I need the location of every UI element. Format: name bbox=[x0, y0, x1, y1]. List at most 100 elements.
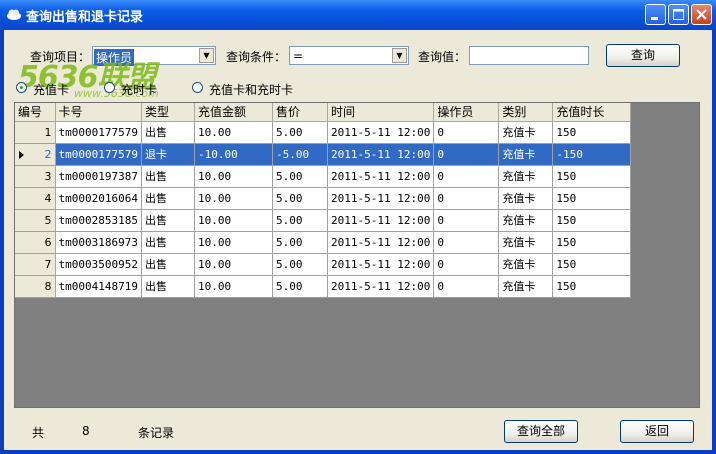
row-number-cell[interactable]: 8 bbox=[15, 275, 56, 298]
table-cell[interactable]: 5.00 bbox=[272, 187, 328, 210]
row-number-cell[interactable]: 5 bbox=[15, 209, 56, 232]
table-cell[interactable]: 出售 bbox=[141, 231, 195, 254]
table-cell[interactable]: 0 bbox=[433, 231, 500, 254]
table-cell[interactable]: 5.00 bbox=[272, 275, 328, 298]
table-cell[interactable]: 10.00 bbox=[194, 275, 273, 298]
table-cell[interactable]: tm0003186973 bbox=[55, 231, 142, 254]
column-header[interactable]: 时间 bbox=[327, 103, 435, 122]
table-cell[interactable]: 0 bbox=[433, 165, 500, 188]
table-cell[interactable]: 2011-5-11 12:00 bbox=[327, 143, 435, 166]
table-cell[interactable]: 10.00 bbox=[194, 165, 273, 188]
table-cell[interactable]: -150 bbox=[552, 143, 632, 166]
column-header[interactable]: 充值金额 bbox=[194, 103, 273, 122]
table-cell[interactable]: 150 bbox=[552, 231, 632, 254]
table-cell[interactable]: 0 bbox=[433, 143, 500, 166]
radio-dot[interactable] bbox=[16, 82, 27, 93]
table-cell[interactable]: 2011-5-11 12:00 bbox=[327, 209, 435, 232]
back-button[interactable]: 返回 bbox=[620, 420, 694, 443]
table-cell[interactable]: tm0003500952 bbox=[55, 253, 142, 276]
table-cell[interactable]: 2011-5-11 12:00 bbox=[327, 121, 435, 144]
table-cell[interactable]: tm0000177579 bbox=[55, 143, 142, 166]
table-cell[interactable]: 2011-5-11 12:00 bbox=[327, 231, 435, 254]
column-header[interactable]: 售价 bbox=[272, 103, 328, 122]
table-cell[interactable]: 出售 bbox=[141, 121, 195, 144]
table-cell[interactable]: 10.00 bbox=[194, 209, 273, 232]
table-cell[interactable]: 150 bbox=[552, 275, 632, 298]
table-cell[interactable]: 10.00 bbox=[194, 187, 273, 210]
table-row[interactable]: 1 tm0000177579 出售 10.00 5.00 2011-5-11 12:00 0… bbox=[15, 121, 632, 144]
table-cell[interactable]: tm0000177579 bbox=[55, 121, 142, 144]
row-number-cell[interactable]: 6 bbox=[15, 231, 56, 254]
table-cell[interactable]: tm0004148719 bbox=[55, 275, 142, 298]
table-cell[interactable]: 出售 bbox=[141, 187, 195, 210]
table-cell[interactable]: 充值卡 bbox=[498, 187, 554, 210]
table-cell[interactable]: 充值卡 bbox=[498, 253, 554, 276]
table-row[interactable]: 2 tm0000177579 退卡 -10.00 -5.00 2011-5-11 12:0… bbox=[15, 143, 632, 166]
table-cell[interactable]: tm0002016064 bbox=[55, 187, 142, 210]
table-cell[interactable]: 10.00 bbox=[194, 231, 273, 254]
table-cell[interactable]: 出售 bbox=[141, 253, 195, 276]
table-cell[interactable]: 充值卡 bbox=[498, 143, 554, 166]
table-cell[interactable]: 10.00 bbox=[194, 253, 273, 276]
table-cell[interactable]: tm0002853185 bbox=[55, 209, 142, 232]
row-number-cell[interactable]: 3 bbox=[15, 165, 56, 188]
radio-dot[interactable] bbox=[104, 82, 115, 93]
title-bar[interactable]: 查询出售和退卡记录 bbox=[0, 0, 716, 30]
table-cell[interactable]: 5.00 bbox=[272, 121, 328, 144]
row-number-cell[interactable]: 1 bbox=[15, 121, 56, 144]
column-header[interactable]: 操作员 bbox=[433, 103, 500, 122]
maximize-button[interactable] bbox=[668, 4, 689, 25]
table-cell[interactable]: 0 bbox=[433, 209, 500, 232]
query-value-input[interactable] bbox=[469, 46, 589, 65]
table-cell[interactable]: 充值卡 bbox=[498, 231, 554, 254]
table-row[interactable]: 7 tm0003500952 出售 10.00 5.00 2011-5-11 12:00 0… bbox=[15, 253, 632, 276]
table-cell[interactable]: 出售 bbox=[141, 209, 195, 232]
records-grid[interactable]: 编号 卡号 类型 充值金额 售价 时间 操作员 类别 充值时长 1 tm00001… bbox=[14, 102, 700, 408]
table-cell[interactable]: 2011-5-11 12:00 bbox=[327, 165, 435, 188]
row-number-cell[interactable]: 4 bbox=[15, 187, 56, 210]
table-cell[interactable]: 150 bbox=[552, 253, 632, 276]
table-row[interactable]: 4 tm0002016064 出售 10.00 5.00 2011-5-11 12:00 0… bbox=[15, 187, 632, 210]
table-cell[interactable]: 2011-5-11 12:00 bbox=[327, 187, 435, 210]
table-cell[interactable]: 出售 bbox=[141, 275, 195, 298]
table-cell[interactable]: 0 bbox=[433, 253, 500, 276]
query-all-button[interactable]: 查询全部 bbox=[504, 420, 578, 443]
table-cell[interactable]: 充值卡 bbox=[498, 121, 554, 144]
condition-select[interactable]: = ▼ bbox=[289, 46, 409, 65]
table-row[interactable]: 6 tm0003186973 出售 10.00 5.00 2011-5-11 12:00 0… bbox=[15, 231, 632, 254]
table-cell[interactable]: 2011-5-11 12:00 bbox=[327, 275, 435, 298]
radio-dot[interactable] bbox=[192, 82, 203, 93]
table-cell[interactable]: -10.00 bbox=[194, 143, 273, 166]
table-cell[interactable]: 充值卡 bbox=[498, 209, 554, 232]
table-cell[interactable]: 5.00 bbox=[272, 209, 328, 232]
table-cell[interactable]: 充值卡 bbox=[498, 275, 554, 298]
table-cell[interactable]: 0 bbox=[433, 187, 500, 210]
column-header[interactable]: 类别 bbox=[498, 103, 554, 122]
query-button[interactable]: 查询 bbox=[606, 44, 680, 67]
table-cell[interactable]: tm0000197387 bbox=[55, 165, 142, 188]
column-header[interactable]: 充值时长 bbox=[552, 103, 632, 122]
chevron-down-icon[interactable]: ▼ bbox=[199, 48, 214, 63]
table-cell[interactable]: 充值卡 bbox=[498, 165, 554, 188]
table-cell[interactable]: 0 bbox=[433, 121, 500, 144]
table-cell[interactable]: 10.00 bbox=[194, 121, 273, 144]
table-cell[interactable]: 退卡 bbox=[141, 143, 195, 166]
table-cell[interactable]: 150 bbox=[552, 187, 632, 210]
table-cell[interactable]: 5.00 bbox=[272, 165, 328, 188]
table-cell[interactable]: 5.00 bbox=[272, 253, 328, 276]
column-header[interactable]: 类型 bbox=[141, 103, 195, 122]
row-number-cell[interactable]: 2 bbox=[15, 143, 56, 166]
table-cell[interactable]: -5.00 bbox=[272, 143, 328, 166]
chevron-down-icon[interactable]: ▼ bbox=[392, 48, 407, 63]
table-cell[interactable]: 150 bbox=[552, 209, 632, 232]
table-row[interactable]: 5 tm0002853185 出售 10.00 5.00 2011-5-11 12:00 0… bbox=[15, 209, 632, 232]
table-cell[interactable]: 出售 bbox=[141, 165, 195, 188]
table-row[interactable]: 8 tm0004148719 出售 10.00 5.00 2011-5-11 12:00 0… bbox=[15, 275, 632, 298]
table-cell[interactable]: 5.00 bbox=[272, 231, 328, 254]
column-header[interactable]: 卡号 bbox=[55, 103, 142, 122]
table-row[interactable]: 3 tm0000197387 出售 10.00 5.00 2011-5-11 12:00 0… bbox=[15, 165, 632, 188]
table-cell[interactable]: 150 bbox=[552, 165, 632, 188]
minimize-button[interactable] bbox=[645, 4, 666, 25]
table-cell[interactable]: 150 bbox=[552, 121, 632, 144]
column-header[interactable]: 编号 bbox=[15, 103, 56, 122]
